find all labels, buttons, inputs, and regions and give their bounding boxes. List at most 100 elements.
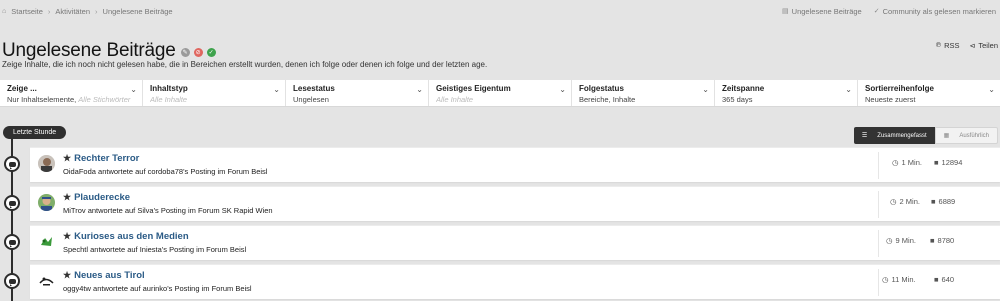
page-description: Zeige Inhalte, die ich noch nicht gelese… <box>2 60 488 69</box>
breadcrumb-activities[interactable]: Aktivitäten <box>55 7 90 16</box>
filter-value: 365 days <box>722 95 753 104</box>
chevron-down-icon: ⌄ <box>988 85 995 94</box>
item-replies-count: 640 <box>941 275 955 284</box>
share-button[interactable]: ⊲ Teilen <box>970 41 998 50</box>
view-expanded-label: Ausführlich <box>959 132 989 139</box>
unread-content-label: Ungelesene Beiträge <box>791 6 862 16</box>
avatar[interactable] <box>38 194 55 211</box>
comment-icon: ■ <box>934 275 939 284</box>
filter-read-status[interactable]: Lesestatus Ungelesen ⌄ <box>286 80 429 106</box>
filter-bar: Zeige ... Nur Inhaltselemente, Alle Stic… <box>0 80 1000 107</box>
divider <box>878 230 879 257</box>
filter-time-span[interactable]: Zeitspanne 365 days ⌄ <box>715 80 858 106</box>
chevron-down-icon: ⌄ <box>559 85 566 94</box>
item-replies: ■ 6889 <box>931 197 955 206</box>
divider <box>878 152 879 179</box>
filter-value: Ungelesen <box>293 95 329 104</box>
chevron-down-icon: ⌄ <box>273 85 280 94</box>
chevron-down-icon: ⌄ <box>416 85 423 94</box>
item-replies-count: 8780 <box>937 236 955 245</box>
comment-icon: ■ <box>934 158 939 167</box>
list-item[interactable]: ★ Rechter Terror OidaFoda antwortete auf … <box>30 147 1000 182</box>
filter-content-type[interactable]: Inhaltstyp Alle Inhalte ⌄ <box>143 80 286 106</box>
clock-icon: ◷ <box>890 197 897 206</box>
item-title[interactable]: Plauderecke <box>74 192 130 203</box>
top-bar: ⌂ Startseite › Aktivitäten › Ungelesene … <box>0 0 1000 22</box>
avatar[interactable] <box>38 155 55 172</box>
list-item[interactable]: ★ Kurioses aus den Medien Spechtl antwort… <box>30 225 1000 260</box>
window-icon: ▤ <box>782 8 789 15</box>
filter-label: Geistiges Eigentum <box>436 84 511 93</box>
star-icon: ★ <box>63 231 72 241</box>
list-item[interactable]: ★ Neues aus Tirol oggy4tw antwortete auf … <box>30 264 1000 299</box>
mark-community-read-link[interactable]: ✓ Community als gelesen markieren <box>874 7 996 16</box>
page-header: Ungelesene Beiträge ✎ ⊘ ✓ <box>2 40 216 62</box>
breadcrumb-current: Ungelesene Beiträge <box>102 6 173 16</box>
activity-node-icon <box>4 273 20 289</box>
filter-intellectual-property[interactable]: Geistiges Eigentum Alle Inhalte ⌄ <box>429 80 572 106</box>
header-actions: ℗ RSS ⊲ Teilen <box>936 41 998 50</box>
item-subtitle: Spechtl antwortete auf Iniesta's Posting… <box>63 245 247 254</box>
filter-label: Sortierreihenfolge <box>865 84 934 93</box>
avatar[interactable] <box>38 233 55 250</box>
divider <box>878 191 879 218</box>
breadcrumb-separator: › <box>95 6 98 16</box>
item-subtitle: OidaFoda antwortete auf cordoba78's Post… <box>63 167 268 176</box>
unread-content-link[interactable]: ▤ Ungelesene Beiträge <box>782 7 862 16</box>
divider <box>878 269 879 296</box>
filter-sort-order[interactable]: Sortierreihenfolge Neueste zuerst ⌄ <box>858 80 1000 106</box>
rss-icon: ℗ <box>935 42 942 49</box>
item-time: ◷ 9 Min. <box>886 236 916 245</box>
item-time-label: 1 Min. <box>901 158 922 167</box>
item-replies-count: 12894 <box>941 158 963 167</box>
chevron-down-icon: ⌄ <box>702 85 709 94</box>
chevron-down-icon: ⌄ <box>130 85 137 94</box>
rss-button[interactable]: ℗ RSS <box>936 41 960 50</box>
star-icon: ★ <box>63 192 72 202</box>
activity-node-icon <box>4 195 20 211</box>
check-circle-icon[interactable]: ✓ <box>206 48 216 57</box>
item-time: ◷ 1 Min. <box>892 158 922 167</box>
item-title[interactable]: Rechter Terror <box>74 153 139 164</box>
filter-label: Folgestatus <box>579 84 624 93</box>
check-icon: ✓ <box>873 8 880 15</box>
chevron-down-icon: ⌄ <box>845 85 852 94</box>
breadcrumb-home[interactable]: Startseite <box>11 7 43 16</box>
item-title[interactable]: Neues aus Tirol <box>74 270 145 281</box>
filter-follow-status[interactable]: Folgestatus Bereiche, Inhalte ⌄ <box>572 80 715 106</box>
star-icon: ★ <box>63 153 72 163</box>
mark-read-label: Community als gelesen markieren <box>882 6 996 16</box>
item-time: ◷ 2 Min. <box>890 197 920 206</box>
clock-icon: ◷ <box>892 158 899 167</box>
item-time: ◷ 11 Min. <box>882 275 916 284</box>
filter-value: Bereiche, Inhalte <box>579 95 636 104</box>
item-replies-count: 6889 <box>938 197 956 206</box>
filter-placeholder: Alle Inhalte <box>150 95 188 104</box>
filter-value: Neueste zuerst <box>865 95 916 104</box>
item-subtitle: oggy4tw antwortete auf aurinko's Posting… <box>63 284 252 293</box>
list-item[interactable]: ★ Plauderecke MiTrov antwortete auf Silva… <box>30 186 1000 221</box>
filter-show[interactable]: Zeige ... Nur Inhaltselemente, Alle Stic… <box>0 80 143 106</box>
share-label: Teilen <box>978 41 998 50</box>
item-title[interactable]: Kurioses aus den Medien <box>74 231 189 242</box>
activity-node-icon <box>4 156 20 172</box>
item-replies: ■ 640 <box>934 275 954 284</box>
item-time-label: 2 Min. <box>899 197 920 206</box>
comment-icon: ■ <box>930 236 935 245</box>
ban-icon[interactable]: ⊘ <box>193 48 203 57</box>
comment-icon: ■ <box>931 197 936 206</box>
avatar[interactable] <box>38 272 55 289</box>
view-expanded-button[interactable]: ▦ Ausführlich <box>934 127 998 144</box>
pencil-icon[interactable]: ✎ <box>180 48 190 57</box>
breadcrumb-separator: › <box>47 6 51 16</box>
filter-label: Zeitspanne <box>722 84 765 93</box>
star-icon: ★ <box>63 270 72 280</box>
view-condensed-button[interactable]: ☰ Zusammengefasst <box>853 127 935 144</box>
grid-icon: ▦ <box>943 133 950 139</box>
item-time-label: 11 Min. <box>891 275 916 284</box>
filter-label: Zeige ... <box>7 84 37 93</box>
filter-value: Nur Inhaltselemente, <box>7 95 77 104</box>
timeline-section-label: Letzte Stunde <box>3 126 67 139</box>
filter-placeholder: Alle Stichwörter <box>78 95 131 104</box>
breadcrumb: ⌂ Startseite › Aktivitäten › Ungelesene … <box>2 7 173 16</box>
